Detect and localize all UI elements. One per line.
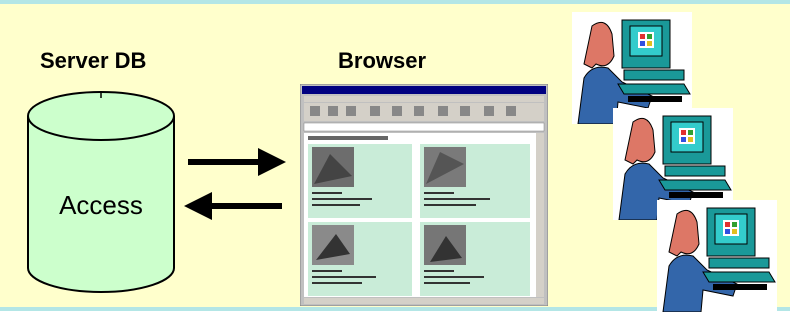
database-name-label: Access (59, 190, 143, 220)
server-db-label: Server DB (40, 48, 147, 73)
browser-label: Browser (338, 48, 427, 73)
user-at-computer-icon (657, 200, 777, 312)
bidirectional-arrows-icon (184, 148, 286, 220)
browser-window-image (300, 84, 548, 306)
diagram-canvas: Server DB Browser Access (0, 0, 790, 312)
